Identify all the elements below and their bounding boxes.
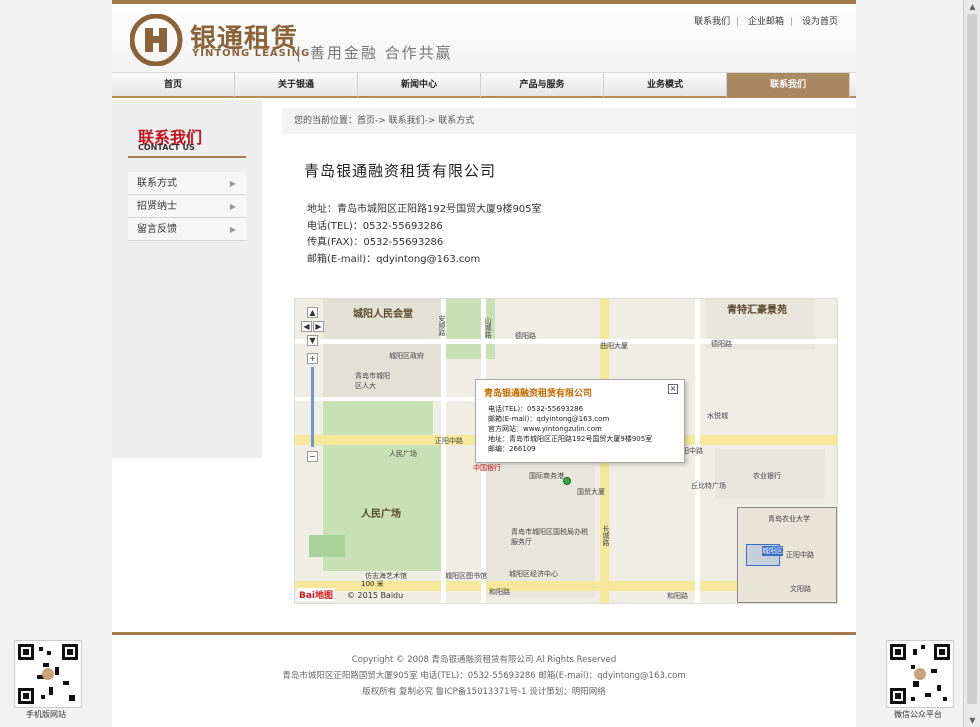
sidebar-item-contact[interactable]: 联系方式 ▶: [128, 172, 246, 195]
map-label: 丘比特广场: [691, 482, 726, 490]
qr-left-caption: 手机版网站: [26, 710, 66, 719]
phone-line: 电话(TEL)：0532-55693286: [307, 220, 443, 232]
map-marker-icon[interactable]: [563, 477, 571, 485]
email-link[interactable]: 企业邮箱: [748, 17, 784, 27]
chevron-right-icon: ▶: [229, 179, 236, 188]
nav-about[interactable]: 关于银通: [235, 73, 358, 97]
wechat-qr-code: [886, 640, 954, 708]
popup-line: 地址：青岛市城阳区正阳路192号国贸大厦9楼905室: [488, 435, 653, 443]
map-overview[interactable]: 青岛农业大学 城阳区 正阳中路 文阳路: [737, 507, 837, 603]
nav-home[interactable]: 首页: [112, 73, 235, 97]
chevron-right-icon: ▶: [229, 225, 236, 234]
company-name: 青岛银通融资租赁有限公司: [304, 162, 497, 180]
map-label: 国贸大厦: [577, 488, 605, 496]
map-label: 曲阳大厦: [600, 342, 628, 350]
popup-line: 官方网站：www.yintongzulin.com: [488, 425, 602, 433]
map-label: 人民广场: [361, 509, 401, 520]
sidebar-subtitle: CONTACT US: [138, 143, 195, 152]
nav-contact[interactable]: 联系我们: [727, 73, 850, 97]
map-label: 人民广场: [389, 450, 417, 458]
map-label: 中国银行: [473, 464, 501, 472]
popup-line: 邮箱(E-mail)：qdyintong@163.com: [488, 415, 610, 423]
top-links: 联系我们 | 企业邮箱 | 设为首页: [694, 17, 838, 27]
footer-icp: 版权所有 复制必究 鲁ICP备15013371号-1 设计策划：明阳网络: [362, 687, 606, 697]
sidebar-divider: [128, 156, 246, 158]
map-info-popup: 青岛银通融资租赁有限公司 × 电话(TEL)：0532-55693286 邮箱(…: [475, 379, 685, 463]
address-line: 地址：青岛市城阳区正阳路192号国贸大厦9楼905室: [307, 204, 542, 215]
baidu-map[interactable]: 城阳人民会堂 青特汇豪景苑 人民广场 人民广场 城阳区政府 青岛市城阳区人大 曲…: [294, 298, 838, 604]
footer: Copyright © 2008 青岛银通融资租赁有限公司 Al Rights …: [112, 652, 856, 700]
map-label: 长城路: [602, 525, 610, 546]
scroll-up-icon[interactable]: ▲: [968, 2, 977, 11]
pan-left-button[interactable]: ◀: [301, 321, 312, 332]
contact-link[interactable]: 联系我们: [694, 17, 730, 27]
map-label: 和阳路: [667, 592, 688, 600]
popup-line: 邮编：266109: [488, 445, 536, 453]
pan-down-button[interactable]: ▼: [307, 335, 318, 346]
footer-address: 青岛市城阳区正阳路国贸大厦905室 电话(TEL)：0532-55693286 …: [282, 671, 686, 681]
sidebar-menu: 联系方式 ▶ 招贤纳士 ▶ 留言反馈 ▶: [128, 172, 246, 241]
main-nav: 首页 关于银通 新闻中心 产品与服务 业务模式 联系我们: [112, 72, 856, 98]
nav-news[interactable]: 新闻中心: [358, 73, 481, 97]
map-label: 正阳中路: [786, 551, 814, 559]
scroll-down-icon[interactable]: ▼: [968, 716, 977, 725]
map-copyright: © 2015 Baidu: [347, 591, 404, 600]
breadcrumb: 您的当前位置：首页-> 联系我们-> 联系方式: [282, 108, 856, 134]
map-label: 城阳区图书馆: [445, 572, 487, 580]
map-label: 城阳区政府: [389, 352, 424, 360]
chevron-right-icon: ▶: [229, 202, 236, 211]
map-label: 城阳人民会堂: [353, 309, 413, 320]
zoom-out-button[interactable]: −: [307, 451, 318, 462]
zoom-slider[interactable]: [311, 367, 314, 447]
map-zoom-control: ▲ ◀ ▶ ▼ + −: [301, 305, 324, 465]
brand-english: YINTONG LEASING: [192, 48, 311, 59]
map-label: 青岛农业大学: [768, 515, 810, 523]
scroll-thumb[interactable]: [967, 14, 977, 704]
popup-line: 电话(TEL)：0532-55693286: [488, 405, 584, 413]
map-label: 水悦城: [707, 412, 728, 420]
header: 银通租赁 YINTONG LEASING | 善用金融 合作共赢 联系我们 | 企…: [112, 4, 856, 72]
fax-line: 传真(FAX)：0532-55693286: [307, 237, 444, 248]
map-label: 文阳路: [790, 585, 811, 593]
nav-products[interactable]: 产品与服务: [481, 73, 604, 97]
mobile-site-qr-code: [14, 640, 82, 708]
map-label: 安顺路: [438, 315, 446, 336]
map-label: 和阳路: [489, 588, 510, 596]
map-label: 正阳中路: [435, 437, 463, 445]
logo-icon[interactable]: [130, 14, 186, 66]
map-label: 国际商务港: [529, 472, 564, 480]
page: 银通租赁 YINTONG LEASING | 善用金融 合作共赢 联系我们 | 企…: [112, 0, 856, 727]
map-label: 德阳路: [515, 332, 536, 340]
zoom-in-button[interactable]: +: [307, 353, 318, 364]
footer-copyright: Copyright © 2008 青岛银通融资租赁有限公司 Al Rights …: [351, 655, 617, 665]
nav-business[interactable]: 业务模式: [604, 73, 727, 97]
map-label: 城阳区经济中心: [509, 570, 558, 578]
set-homepage-link[interactable]: 设为首页: [802, 17, 838, 27]
map-scale: 100 米: [361, 580, 384, 588]
sidebar-item-jobs[interactable]: 招贤纳士 ▶: [128, 195, 246, 218]
baidu-logo[interactable]: Bai地图: [297, 588, 336, 601]
email-line: 邮箱(E-mail)：qdyintong@163.com: [307, 253, 481, 265]
map-label: 青岛市城阳区人大: [355, 372, 390, 390]
close-icon[interactable]: ×: [668, 384, 678, 394]
slogan: | 善用金融 合作共赢: [296, 44, 453, 62]
sidebar: 联系我们 CONTACT US 联系方式 ▶ 招贤纳士 ▶ 留言反馈 ▶: [112, 100, 262, 458]
map-label: 青特汇豪景苑: [727, 305, 787, 316]
map-label: 城阳区: [762, 546, 783, 556]
vertical-scrollbar[interactable]: ▲ ▼: [963, 0, 980, 727]
pan-up-button[interactable]: ▲: [307, 307, 318, 318]
popup-title: 青岛银通融资租赁有限公司: [484, 389, 593, 399]
qr-right-caption: 微信公众平台: [894, 710, 942, 719]
map-label: 青岛市城阳区国税局办税服务厅: [511, 528, 588, 546]
map-label: 山城路: [484, 317, 492, 338]
contact-info: 地址：青岛市城阳区正阳路192号国贸大厦9楼905室 电话(TEL)：0532-…: [307, 202, 542, 268]
pan-right-button[interactable]: ▶: [313, 321, 324, 332]
map-label: 德阳路: [711, 340, 732, 348]
sidebar-item-feedback[interactable]: 留言反馈 ▶: [128, 218, 246, 241]
map-label: 农业银行: [753, 472, 781, 480]
footer-divider: [112, 632, 856, 635]
